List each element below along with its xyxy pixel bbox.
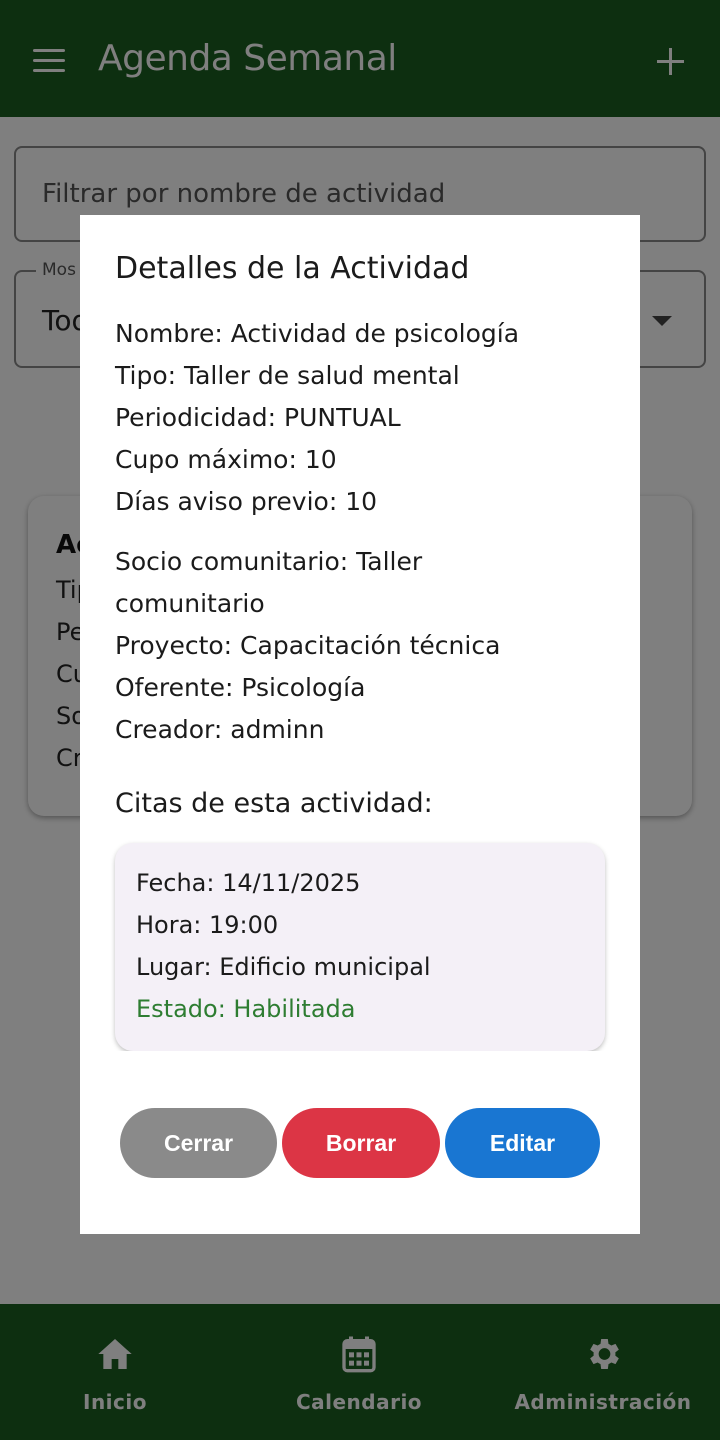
activity-details-extra: Socio comunitario: Taller comunitario Pr… [115,541,525,751]
detail-oferente: Oferente: Psicología [115,673,366,702]
close-button[interactable]: Cerrar [120,1108,277,1178]
detail-tipo: Tipo: Taller de salud mental [115,361,460,390]
detail-proyecto: Proyecto: Capacitación técnica [115,631,501,660]
cita-lugar: Lugar: Edificio municipal [136,953,431,981]
edit-button[interactable]: Editar [445,1108,600,1178]
detail-nombre: Nombre: Actividad de psicología [115,319,520,348]
citas-title: Citas de esta actividad: [115,788,433,819]
cita-hora: Hora: 19:00 [136,911,279,939]
dialog-title: Detalles de la Actividad [115,251,470,286]
detail-dias-aviso: Días aviso previo: 10 [115,487,378,516]
activity-details-dialog: Detalles de la Actividad Nombre: Activid… [80,215,640,1234]
detail-creador: Creador: adminn [115,715,325,744]
delete-button[interactable]: Borrar [282,1108,440,1178]
detail-socio: Socio comunitario: Taller comunitario [115,547,423,618]
cita-estado: Estado: Habilitada [136,995,356,1023]
activity-details: Nombre: Actividad de psicología Tipo: Ta… [115,313,615,523]
detail-periodicidad: Periodicidad: PUNTUAL [115,403,401,432]
list-clip [110,1051,610,1065]
cita-card[interactable]: Fecha: 14/11/2025 Hora: 19:00 Lugar: Edi… [115,843,605,1051]
cita-fecha: Fecha: 14/11/2025 [136,869,361,897]
detail-cupo: Cupo máximo: 10 [115,445,337,474]
